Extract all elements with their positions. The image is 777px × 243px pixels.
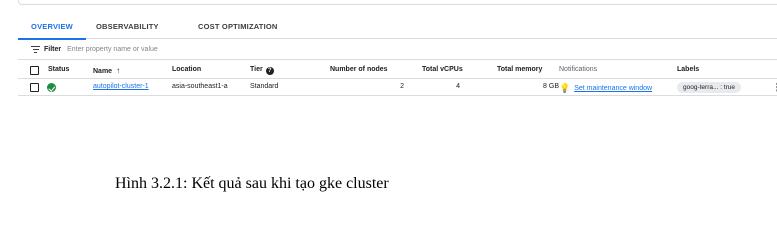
cluster-memory: 8 GB <box>543 83 559 90</box>
cluster-tier: Standard <box>250 83 279 90</box>
tab-cost-optimization[interactable]: COST OPTIMIZATION <box>198 17 318 39</box>
cluster-nodes: 2 <box>400 83 404 90</box>
column-header-name[interactable]: Name ↑ <box>93 66 120 75</box>
cluster-name-link[interactable]: autopilot-cluster-1 <box>93 83 149 90</box>
filter-icon <box>31 46 41 54</box>
row-checkbox[interactable] <box>30 83 39 92</box>
column-header-notifications: Notifications <box>559 66 598 73</box>
column-header-status[interactable]: Status <box>48 66 69 73</box>
column-header-tier[interactable]: Tier? <box>250 66 274 75</box>
sort-ascending-icon: ↑ <box>116 66 121 75</box>
tab-observability[interactable]: OBSERVABILITY <box>96 17 196 39</box>
status-ok-icon <box>47 83 56 92</box>
column-header-vcpus[interactable]: Total vCPUs <box>422 66 463 73</box>
cluster-location: asia-southeast1-a <box>172 83 228 90</box>
column-header-location[interactable]: Location <box>172 66 201 73</box>
select-all-checkbox[interactable] <box>30 66 39 75</box>
column-header-nodes[interactable]: Number of nodes <box>330 66 388 73</box>
notification-cell: 💡 Set maintenance window <box>559 83 652 94</box>
filter-label: Filter <box>44 46 62 53</box>
more-actions-icon[interactable]: ⋮ <box>772 81 777 94</box>
label-chip[interactable]: goog-terra... : true <box>677 82 742 93</box>
filter-bar[interactable]: Filter Enter property name or value <box>18 40 777 60</box>
column-header-memory[interactable]: Total memory <box>497 66 542 73</box>
tab-overview[interactable]: OVERVIEW <box>18 17 86 40</box>
column-header-labels: Labels <box>677 66 700 73</box>
lightbulb-icon: 💡 <box>559 83 571 93</box>
figure-caption: Hình 3.2.1: Kết quả sau khi tạo gke clus… <box>115 175 389 192</box>
table-header-row: Status Name ↑ Location Tier? Number of no… <box>18 63 777 79</box>
top-panel <box>18 0 777 5</box>
tab-bar: OVERVIEW OBSERVABILITY COST OPTIMIZATION <box>18 17 777 40</box>
help-icon[interactable]: ? <box>265 67 274 75</box>
set-maintenance-window-link[interactable]: Set maintenance window <box>574 85 652 92</box>
filter-input[interactable]: Enter property name or value <box>67 46 158 53</box>
cluster-vcpus: 4 <box>456 83 460 90</box>
table-row: autopilot-cluster-1 asia-southeast1-a St… <box>18 80 777 96</box>
